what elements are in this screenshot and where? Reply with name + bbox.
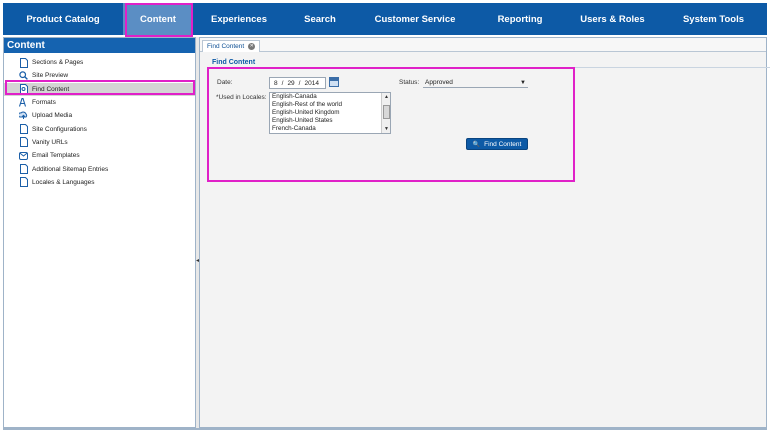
sidebar-item-label: Site Preview: [32, 72, 69, 80]
sidebar-item-vanity-urls[interactable]: Vanity URLs: [4, 136, 195, 149]
sidebar-item-additional-sitemap-entries[interactable]: Additional Sitemap Entries: [4, 162, 195, 175]
tab-find-content[interactable]: Find Content ✕: [202, 40, 261, 52]
sidebar-item-formats[interactable]: Formats: [4, 96, 195, 109]
status-value: Approved: [425, 79, 453, 86]
chevron-down-icon[interactable]: ▼: [520, 80, 526, 86]
date-label: Date:: [217, 79, 233, 86]
nav-experiences[interactable]: Experiences: [193, 3, 285, 35]
status-select[interactable]: Approved ▼: [423, 78, 528, 88]
document-icon: [19, 57, 28, 68]
document-icon: [19, 124, 28, 135]
nav-product-catalog[interactable]: Product Catalog: [3, 3, 123, 35]
nav-customer-service[interactable]: Customer Service: [355, 3, 475, 35]
date-separator: /: [281, 79, 284, 87]
locale-option[interactable]: French-Canada: [270, 125, 390, 133]
close-icon[interactable]: ✕: [248, 43, 256, 50]
date-day[interactable]: 29: [287, 80, 294, 87]
document-icon: [19, 164, 28, 175]
locale-option[interactable]: English-Rest of the world: [270, 101, 390, 109]
scroll-up-icon[interactable]: ▲: [383, 94, 390, 100]
top-navigation: Product Catalog Content Experiences Sear…: [3, 3, 767, 35]
sidebar-item-label: Upload Media: [32, 112, 73, 120]
nav-users-roles[interactable]: Users & Roles: [565, 3, 660, 35]
locales-scrollbar[interactable]: ▲ ▼: [381, 93, 390, 133]
sidebar: Content Sections & Pages Site Preview Fi…: [3, 37, 196, 428]
sidebar-item-label: Locales & Languages: [32, 178, 95, 186]
locale-option[interactable]: English-United Kingdom: [270, 109, 390, 117]
scroll-thumb[interactable]: [383, 105, 390, 119]
sidebar-item-label: Email Templates: [32, 152, 80, 160]
find-content-highlight: [5, 80, 195, 95]
status-label: Status:: [399, 79, 420, 86]
sidebar-item-sections-pages[interactable]: Sections & Pages: [4, 56, 195, 69]
document-icon: [19, 137, 28, 148]
sidebar-item-locales-languages[interactable]: Locales & Languages: [4, 176, 195, 189]
find-content-button[interactable]: 🔍 Find Content: [466, 138, 528, 150]
calendar-icon[interactable]: [329, 77, 339, 87]
app-window: Product Catalog Content Experiences Sear…: [0, 0, 770, 433]
document-icon: [19, 177, 28, 188]
locale-option[interactable]: English-United States: [270, 117, 390, 125]
sidebar-item-upload-media[interactable]: Upload Media: [4, 109, 195, 122]
tab-label: Find Content: [207, 43, 245, 50]
sidebar-item-site-configurations[interactable]: Site Configurations: [4, 122, 195, 135]
content-tab-highlight: [125, 3, 193, 37]
date-year[interactable]: 2014: [304, 80, 318, 87]
find-content-button-label: Find Content: [484, 140, 522, 148]
tab-bar: Find Content ✕: [200, 38, 766, 52]
sidebar-item-label: Site Configurations: [32, 125, 87, 133]
locales-listbox[interactable]: English-Canada English-Rest of the world…: [269, 92, 391, 134]
nav-system-tools[interactable]: System Tools: [660, 3, 767, 35]
format-icon: [19, 98, 28, 108]
sidebar-item-email-templates[interactable]: Email Templates: [4, 149, 195, 162]
upload-icon: [19, 111, 28, 121]
locale-option[interactable]: English-Canada: [270, 93, 390, 101]
bottom-border: [3, 428, 767, 430]
nav-reporting[interactable]: Reporting: [475, 3, 565, 35]
scroll-down-icon[interactable]: ▼: [383, 126, 390, 132]
sidebar-item-label: Formats: [32, 99, 56, 107]
envelope-icon: [19, 151, 28, 161]
sidebar-title: Content: [4, 38, 195, 53]
date-month[interactable]: 8: [274, 80, 278, 87]
search-icon: 🔍: [472, 141, 481, 148]
locales-label: *Used in Locales:: [216, 94, 267, 101]
sidebar-list: Sections & Pages Site Preview Find Conte…: [4, 56, 195, 189]
date-field[interactable]: 8 / 29 / 2014: [269, 77, 326, 89]
sidebar-item-label: Vanity URLs: [32, 138, 68, 146]
date-separator: /: [298, 79, 301, 87]
sidebar-item-label: Sections & Pages: [32, 59, 84, 67]
section-title: Find Content: [212, 59, 256, 66]
sidebar-item-label: Additional Sitemap Entries: [32, 165, 109, 173]
nav-search[interactable]: Search: [285, 3, 355, 35]
